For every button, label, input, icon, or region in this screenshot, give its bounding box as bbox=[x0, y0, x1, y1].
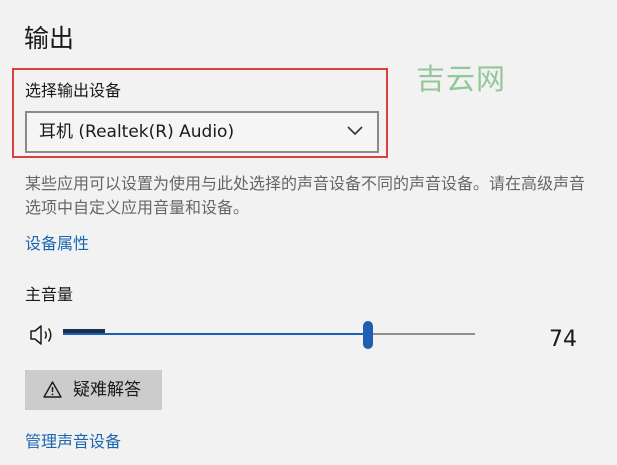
slider-fill bbox=[63, 333, 368, 335]
slider-thumb[interactable] bbox=[363, 321, 373, 349]
description-text: 某些应用可以设置为使用与此处选择的声音设备不同的声音设备。请在高级声音选项中自定… bbox=[25, 174, 586, 217]
manage-sound-devices-link[interactable]: 管理声音设备 bbox=[25, 431, 121, 453]
volume-value: 74 bbox=[549, 327, 577, 352]
sound-output-panel: 输出 选择输出设备 耳机 (Realtek(R) Audio) 吉云网 某些应用… bbox=[0, 0, 617, 465]
watermark-logo: 吉云网 bbox=[416, 62, 507, 96]
output-device-label: 选择输出设备 bbox=[25, 81, 122, 100]
section-title: 输出 bbox=[24, 24, 75, 53]
master-volume-label: 主音量 bbox=[25, 285, 74, 304]
output-device-dropdown[interactable]: 耳机 (Realtek(R) Audio) bbox=[25, 111, 379, 153]
troubleshoot-button[interactable]: 疑难解答 bbox=[25, 370, 162, 410]
volume-slider[interactable] bbox=[63, 321, 475, 349]
chevron-down-icon bbox=[347, 126, 363, 136]
device-properties-link[interactable]: 设备属性 bbox=[25, 233, 89, 255]
warning-icon bbox=[43, 381, 62, 398]
dropdown-value: 耳机 (Realtek(R) Audio) bbox=[39, 122, 235, 142]
slider-peak-meter bbox=[63, 329, 105, 333]
troubleshoot-label: 疑难解答 bbox=[73, 380, 141, 400]
speaker-icon[interactable] bbox=[29, 323, 57, 347]
